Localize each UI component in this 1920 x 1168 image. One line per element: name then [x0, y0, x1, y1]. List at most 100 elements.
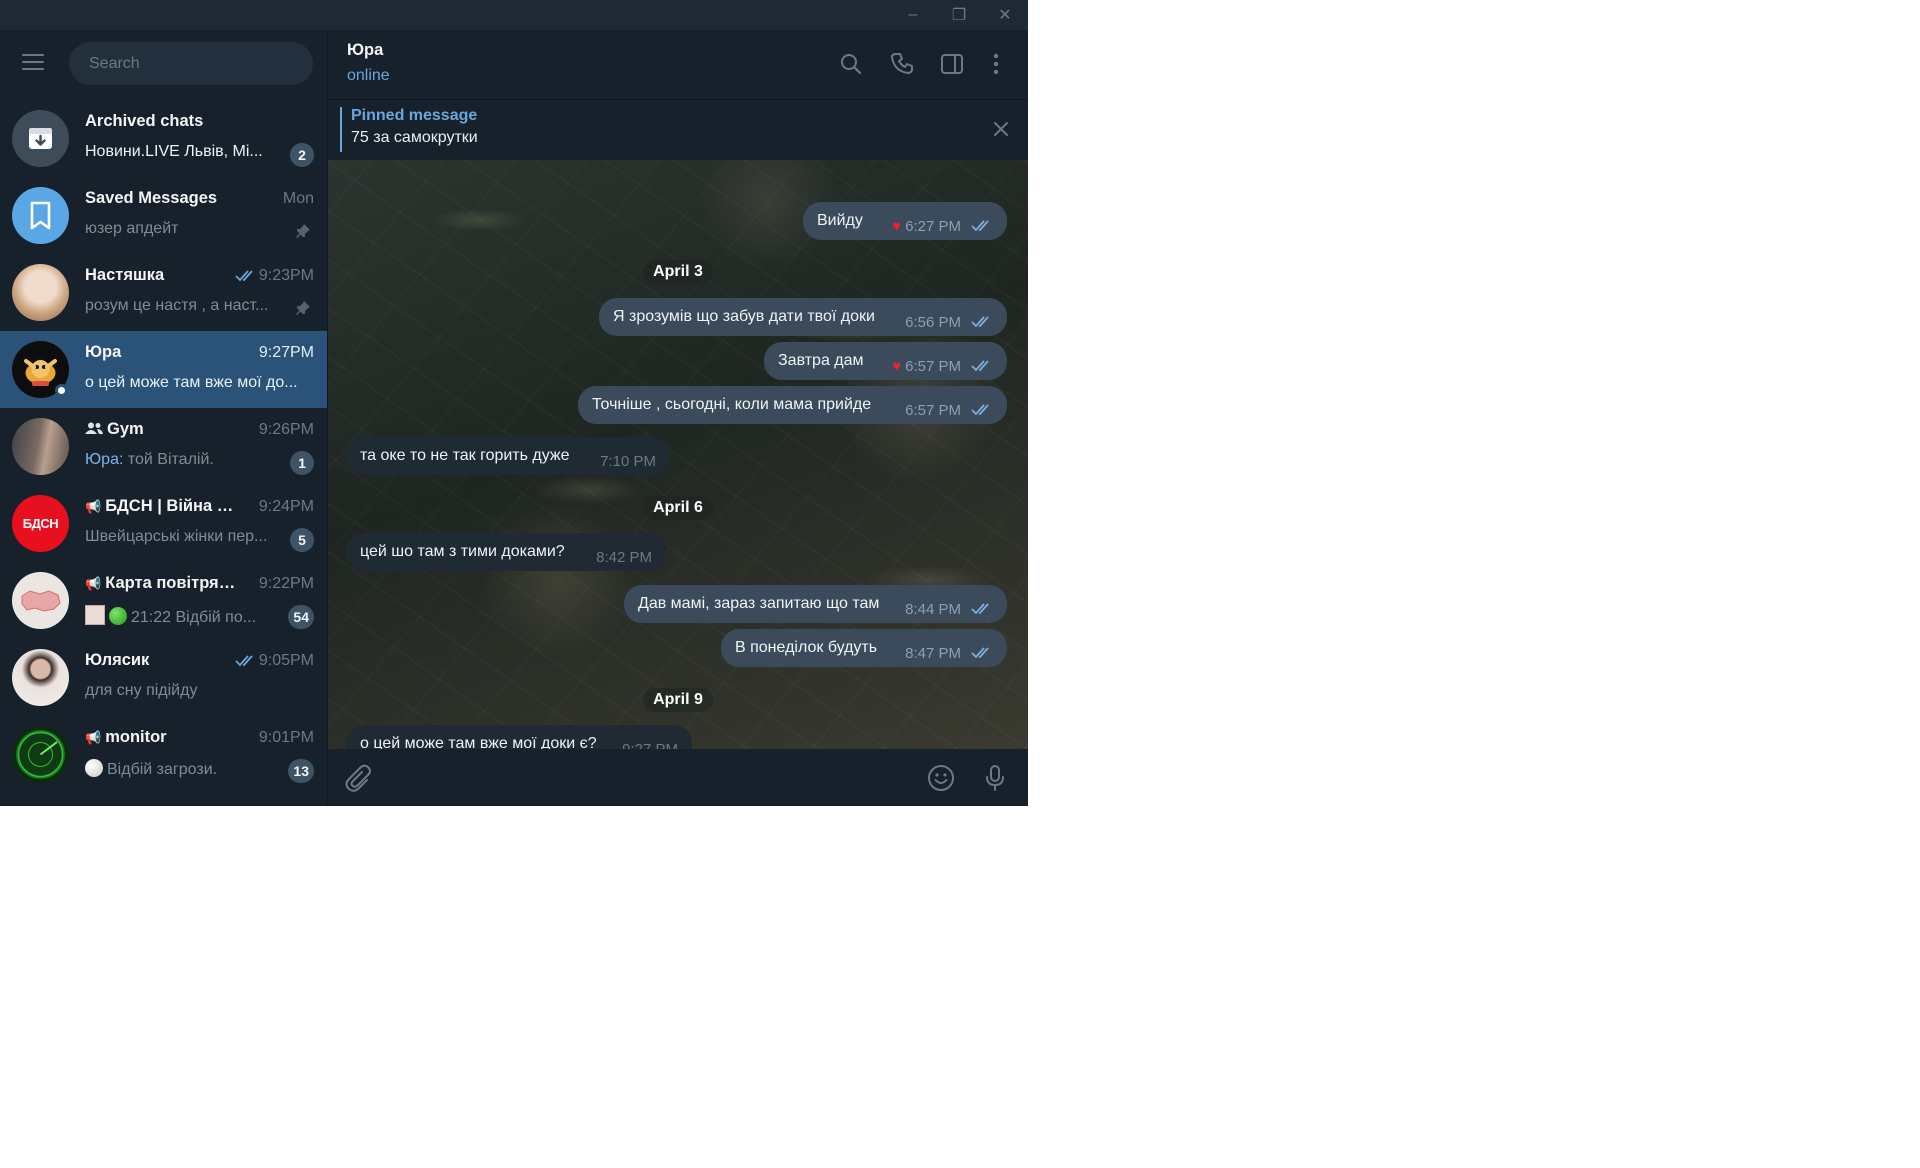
- megaphone-icon: 📢: [85, 576, 102, 591]
- date-separator: April 9: [643, 688, 713, 712]
- group-icon: [85, 422, 103, 434]
- bookmark-icon: [12, 187, 69, 244]
- pinned-message-bar[interactable]: Pinned message 75 за самокрутки: [328, 99, 1028, 160]
- read-ticks-icon: [971, 647, 989, 659]
- search-input[interactable]: [69, 42, 313, 85]
- pin-icon: [296, 301, 310, 315]
- pin-icon: [296, 224, 310, 238]
- chat-item-yura[interactable]: Юра 9:27PM о цей може там вже мої до...: [0, 331, 327, 408]
- message-bubble[interactable]: цей шо там з тими доками? 8:42 PM: [346, 533, 666, 571]
- microphone-icon[interactable]: [980, 763, 1010, 793]
- unread-badge: 2: [290, 143, 314, 167]
- heart-reaction-icon: ♥: [892, 357, 902, 375]
- chat-item-gym[interactable]: Gym 9:26PM Юра: той Віталій. 1: [0, 408, 327, 485]
- message-bubble[interactable]: Вийду ♥ 6:27 PM: [803, 202, 1007, 240]
- date-separator: April 6: [643, 496, 713, 520]
- avatar: [12, 649, 69, 706]
- chat-time: 9:01PM: [258, 729, 314, 746]
- minimize-button[interactable]: –: [890, 0, 936, 30]
- pinned-title: Pinned message: [351, 107, 478, 124]
- message-text: цей шо там з тими доками?: [360, 543, 565, 560]
- read-ticks-icon: [971, 360, 989, 372]
- megaphone-icon: 📢: [85, 730, 102, 745]
- more-options-icon[interactable]: [982, 50, 1010, 78]
- white-circle-icon: [85, 759, 103, 777]
- chat-title: 📢 Карта повітрян...: [85, 574, 237, 592]
- message-bubble[interactable]: В понеділок будуть 8:47 PM: [721, 629, 1007, 667]
- chat-item-yulyasyk[interactable]: Юлясик 9:05PM для сну підійду: [0, 639, 327, 716]
- chat-time: 9:23PM: [235, 267, 314, 285]
- telegram-window: – ❐ ✕ Archived chats Новини.LIVE Львів, …: [0, 0, 1028, 806]
- avatar: [12, 726, 69, 783]
- read-ticks-icon: [971, 603, 989, 615]
- message-bubble[interactable]: Точніше , сьогодні, коли мама прийде 6:5…: [578, 386, 1007, 424]
- chat-preview: юзер апдейт: [85, 220, 179, 237]
- title-bar: – ❐ ✕: [0, 0, 1028, 30]
- search-icon[interactable]: [837, 50, 865, 78]
- chat-item-monitor[interactable]: 📢 monitor 9:01PM Відбій загрози. 13: [0, 716, 327, 793]
- sidebar-toggle-icon[interactable]: [938, 50, 966, 78]
- read-ticks-icon: [235, 655, 253, 667]
- message-text: В понеділок будуть: [735, 639, 878, 656]
- message-text: Я зрозумів що забув дати твої доки: [613, 308, 875, 325]
- message-text: та оке то не так горить дуже: [360, 447, 570, 464]
- chat-preview: для сну підійду: [85, 682, 198, 699]
- chat-preview: Швейцарські жінки пер...: [85, 528, 268, 545]
- message-bubble[interactable]: о цей може там вже мої доки є? 9:27 PM: [346, 725, 692, 749]
- message-meta: 6:56 PM: [891, 314, 993, 331]
- chat-title: 📢 monitor: [85, 728, 167, 746]
- online-indicator: [55, 384, 68, 397]
- chat-title: Настяшка: [85, 266, 165, 284]
- chat-preview: Новини.LIVE Львів, Mi...: [85, 143, 263, 160]
- avatar: БДСН: [12, 495, 69, 552]
- attach-icon[interactable]: [342, 763, 372, 793]
- pinned-accent-bar: [340, 107, 342, 152]
- chat-item-bdsn[interactable]: БДСН 📢 БДСН | Війна 2... 9:24PM Швейцарсь…: [0, 485, 327, 562]
- chat-header: Юра online: [328, 30, 1028, 99]
- chat-item-air-alert-map[interactable]: 📢 Карта повітрян... 9:22PM 21:22 Відбій п…: [0, 562, 327, 639]
- phone-icon[interactable]: [889, 50, 917, 78]
- message-meta: 8:47 PM: [891, 645, 993, 662]
- message-composer: [328, 749, 1028, 806]
- message-meta: 6:57 PM: [891, 402, 993, 419]
- message-text: Дав мамі, зараз запитаю що там: [638, 595, 880, 612]
- close-icon[interactable]: [990, 118, 1012, 140]
- chat-title: 📢 БДСН | Війна 2...: [85, 497, 237, 515]
- message-meta: 9:27 PM: [622, 740, 678, 750]
- chat-item-archived[interactable]: Archived chats Новини.LIVE Львів, Mi... …: [0, 100, 327, 177]
- message-bubble[interactable]: Завтра дам ♥ 6:57 PM: [764, 342, 1007, 380]
- chat-item-saved-messages[interactable]: Saved Messages Mon юзер апдейт: [0, 177, 327, 254]
- unread-badge: 54: [288, 605, 314, 629]
- chat-time: Mon: [282, 190, 314, 207]
- chat-title: Юра: [85, 343, 122, 361]
- message-bubble[interactable]: Я зрозумів що забув дати твої доки 6:56 …: [599, 298, 1007, 336]
- heart-reaction-icon: ♥: [892, 217, 902, 235]
- message-text: Завтра дам: [778, 352, 864, 369]
- emoji-icon[interactable]: [926, 763, 956, 793]
- chat-title: Юлясик: [85, 651, 150, 669]
- megaphone-icon: 📢: [85, 499, 102, 514]
- sidebar: Archived chats Новини.LIVE Львів, Mi... …: [0, 30, 328, 806]
- message-bubble[interactable]: та оке то не так горить дуже 7:10 PM: [346, 437, 670, 475]
- chat-time: 9:24PM: [258, 498, 314, 515]
- chat-panel: Юра online Pinned message 75 за самокрут…: [328, 30, 1028, 806]
- peer-status: online: [347, 67, 390, 84]
- peer-name[interactable]: Юра: [347, 41, 383, 60]
- message-meta: ♥ 6:57 PM: [878, 358, 993, 375]
- chat-time: 9:27PM: [258, 344, 314, 361]
- chat-item-nastyashka[interactable]: Настяшка 9:23PM розум це настя , а наст.…: [0, 254, 327, 331]
- unread-badge: 13: [288, 759, 314, 783]
- chat-title: Archived chats: [85, 112, 204, 130]
- message-history: Вийду ♥ 6:27 PM April 3 Я зрозумів що заб…: [328, 160, 1028, 749]
- read-ticks-icon: [971, 404, 989, 416]
- message-text: Точніше , сьогодні, коли мама прийде: [592, 396, 872, 413]
- chat-time: 9:26PM: [258, 421, 314, 438]
- close-window-button[interactable]: ✕: [982, 0, 1028, 30]
- read-ticks-icon: [235, 270, 253, 282]
- hamburger-menu-icon[interactable]: [20, 54, 44, 72]
- maximize-button[interactable]: ❐: [936, 0, 982, 30]
- message-bubble[interactable]: Дав мамі, зараз запитаю що там 8:44 PM: [624, 585, 1007, 623]
- message-meta: 8:44 PM: [891, 601, 993, 618]
- read-ticks-icon: [971, 220, 989, 232]
- green-circle-icon: [109, 607, 127, 625]
